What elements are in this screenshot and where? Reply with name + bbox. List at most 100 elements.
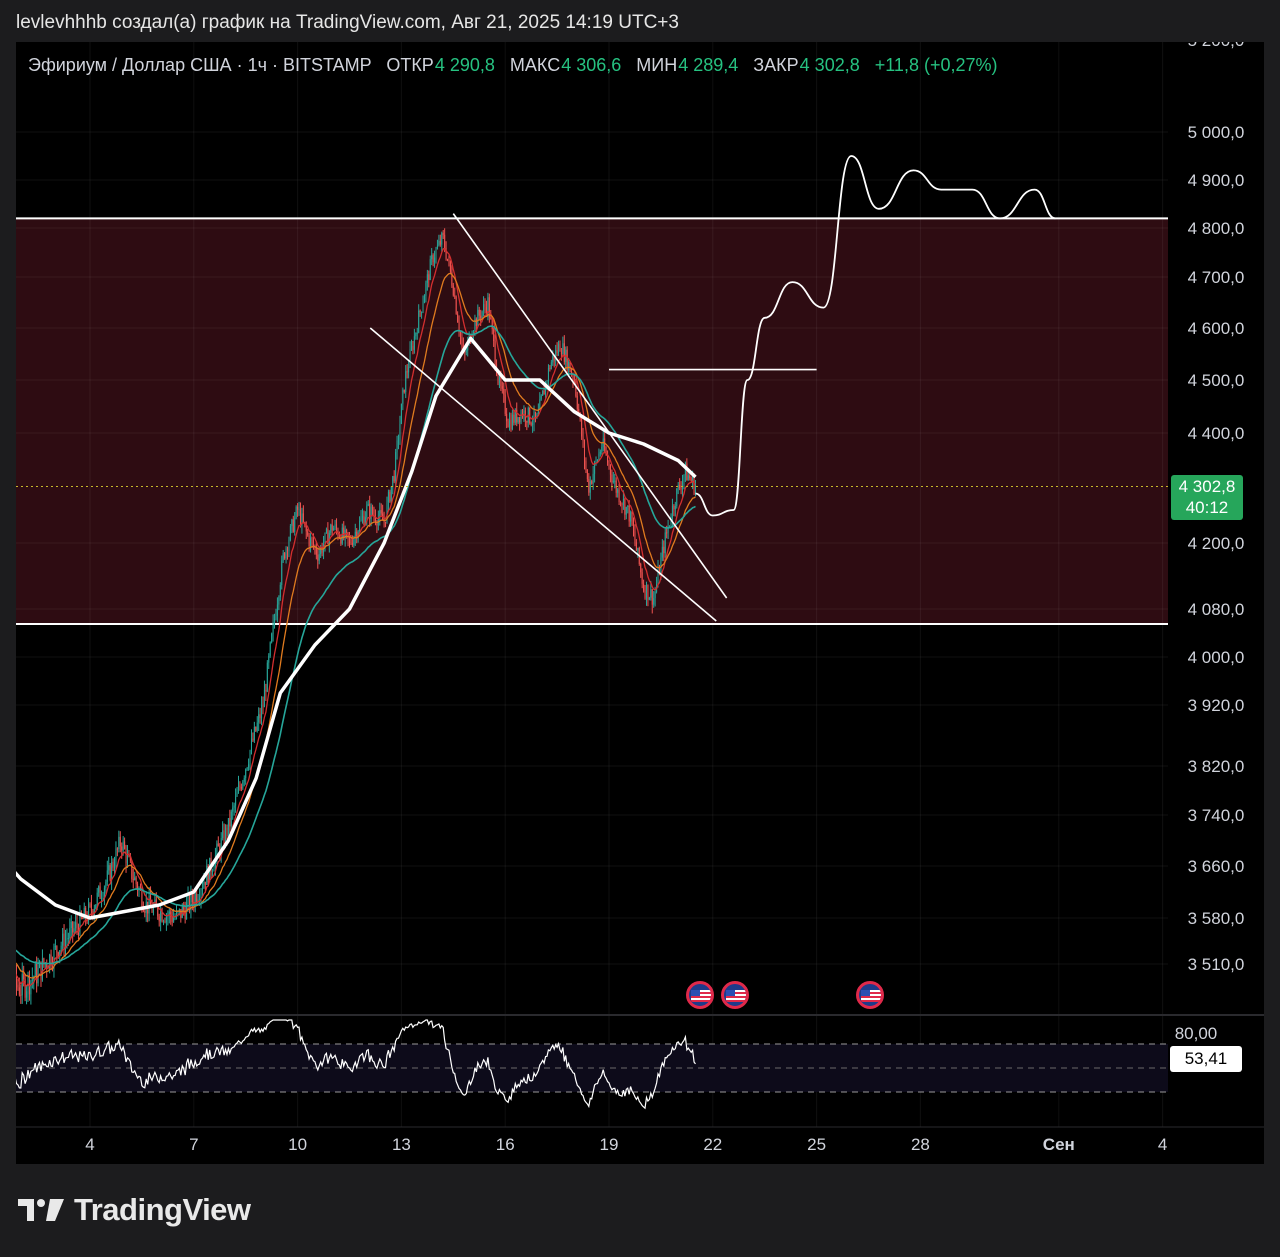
price-axis-label: 3 580,0 (1188, 909, 1245, 928)
candle-body (422, 303, 424, 312)
candle-body (485, 307, 487, 314)
candle-body (69, 928, 71, 938)
price-chart[interactable]: 5 200,0 5 000,0 4 900,0 4 800,0 4 700,0 4 600… (16, 42, 1264, 1164)
candle-body (20, 994, 22, 996)
candle-body (598, 453, 600, 461)
candle-body (115, 848, 117, 867)
tradingview-logo-icon (18, 1199, 64, 1221)
candle-body (272, 622, 274, 634)
symbol-label[interactable]: Эфириум / Доллар США · 1ч · BITSTAMP (28, 55, 371, 75)
candle-body (599, 451, 601, 454)
candle-body (116, 848, 118, 850)
candle-body (18, 987, 20, 995)
candle-body (240, 787, 242, 789)
candle-body (165, 916, 167, 923)
candle-body (124, 841, 126, 849)
candle-body (493, 329, 495, 342)
candle-body (572, 374, 574, 381)
candle-body (144, 911, 146, 913)
price-axis-label: 4 800,0 (1188, 219, 1245, 238)
candle-body (17, 984, 19, 988)
candle-body (627, 505, 629, 508)
price-axis-label: 4 200,0 (1188, 534, 1245, 553)
candle-body (255, 726, 257, 731)
candle-body (643, 583, 645, 591)
time-axis-label: 7 (189, 1135, 198, 1154)
candle-body (126, 854, 128, 864)
candle-body (271, 633, 273, 643)
chart-frame[interactable]: 5 200,0 5 000,0 4 900,0 4 800,0 4 700,0 4 600… (16, 42, 1264, 1164)
candle-body (366, 505, 368, 518)
candle-body (268, 655, 270, 663)
candle-body (418, 310, 420, 333)
candle-body (634, 531, 636, 543)
candle-body (455, 296, 457, 314)
us-event-flag-icon[interactable] (856, 981, 884, 1009)
candle-body (289, 525, 291, 541)
candle-body (591, 481, 593, 484)
candle-body (480, 315, 482, 319)
candle-body (583, 440, 585, 461)
candle-body (654, 591, 656, 599)
candle-body (183, 906, 185, 910)
candle-body (582, 436, 584, 441)
candle-body (196, 893, 198, 903)
price-axis-label: 4 700,0 (1188, 268, 1245, 287)
candle-body (461, 336, 463, 346)
candle-body (483, 304, 485, 312)
candle-body (409, 349, 411, 368)
candle-body (399, 423, 401, 440)
candle-body (396, 440, 398, 453)
candle-body (679, 485, 681, 488)
candle-body (507, 421, 509, 428)
us-event-flag-icon[interactable] (721, 981, 749, 1009)
candle-body (645, 584, 647, 598)
candle-body (105, 881, 107, 888)
candle-body (693, 476, 695, 494)
candle-body (436, 245, 438, 249)
candle-body (141, 889, 143, 908)
candle-body (67, 937, 69, 939)
candle-body (596, 460, 598, 462)
price-axis-label: 5 000,0 (1188, 123, 1245, 142)
price-axis-label: 3 820,0 (1188, 757, 1245, 776)
time-axis-label: Сен (1043, 1135, 1075, 1154)
candle-body (135, 877, 137, 885)
candle-body (34, 963, 36, 978)
candle-body (426, 274, 428, 283)
time-axis-label: 28 (911, 1135, 930, 1154)
candle-body (239, 785, 241, 788)
change-value: +11,8 (+0,27%) (874, 55, 998, 75)
candle-body (428, 274, 430, 281)
tradingview-logo[interactable]: TradingView (18, 1192, 251, 1228)
candle-body (592, 473, 594, 484)
candle-body (460, 332, 462, 337)
candle-body (609, 465, 611, 475)
candle-body (549, 367, 551, 370)
candle-body (111, 861, 113, 881)
candle-body (213, 868, 215, 872)
candle-body (403, 389, 405, 393)
candle-body (54, 946, 56, 948)
candle-body (279, 584, 281, 598)
candle-body (236, 792, 238, 797)
candle-body (419, 310, 421, 313)
candle-body (448, 259, 450, 261)
candle-body (563, 343, 565, 362)
candle-body (269, 642, 271, 656)
candle-body (36, 963, 38, 984)
candle-body (312, 540, 314, 547)
candle-body (442, 233, 444, 235)
time-axis-label: 25 (807, 1135, 826, 1154)
candle-body (604, 438, 606, 451)
candle-body (261, 704, 263, 719)
candle-body (487, 297, 489, 314)
candle-body (16, 970, 17, 985)
candle-body (395, 452, 397, 482)
candle-body (285, 548, 287, 559)
candle-body (680, 487, 682, 490)
candle-body (392, 476, 394, 487)
rsi-value-tag: 53,41 (1170, 1046, 1242, 1072)
us-event-flag-icon[interactable] (686, 981, 714, 1009)
candle-body (41, 958, 43, 980)
